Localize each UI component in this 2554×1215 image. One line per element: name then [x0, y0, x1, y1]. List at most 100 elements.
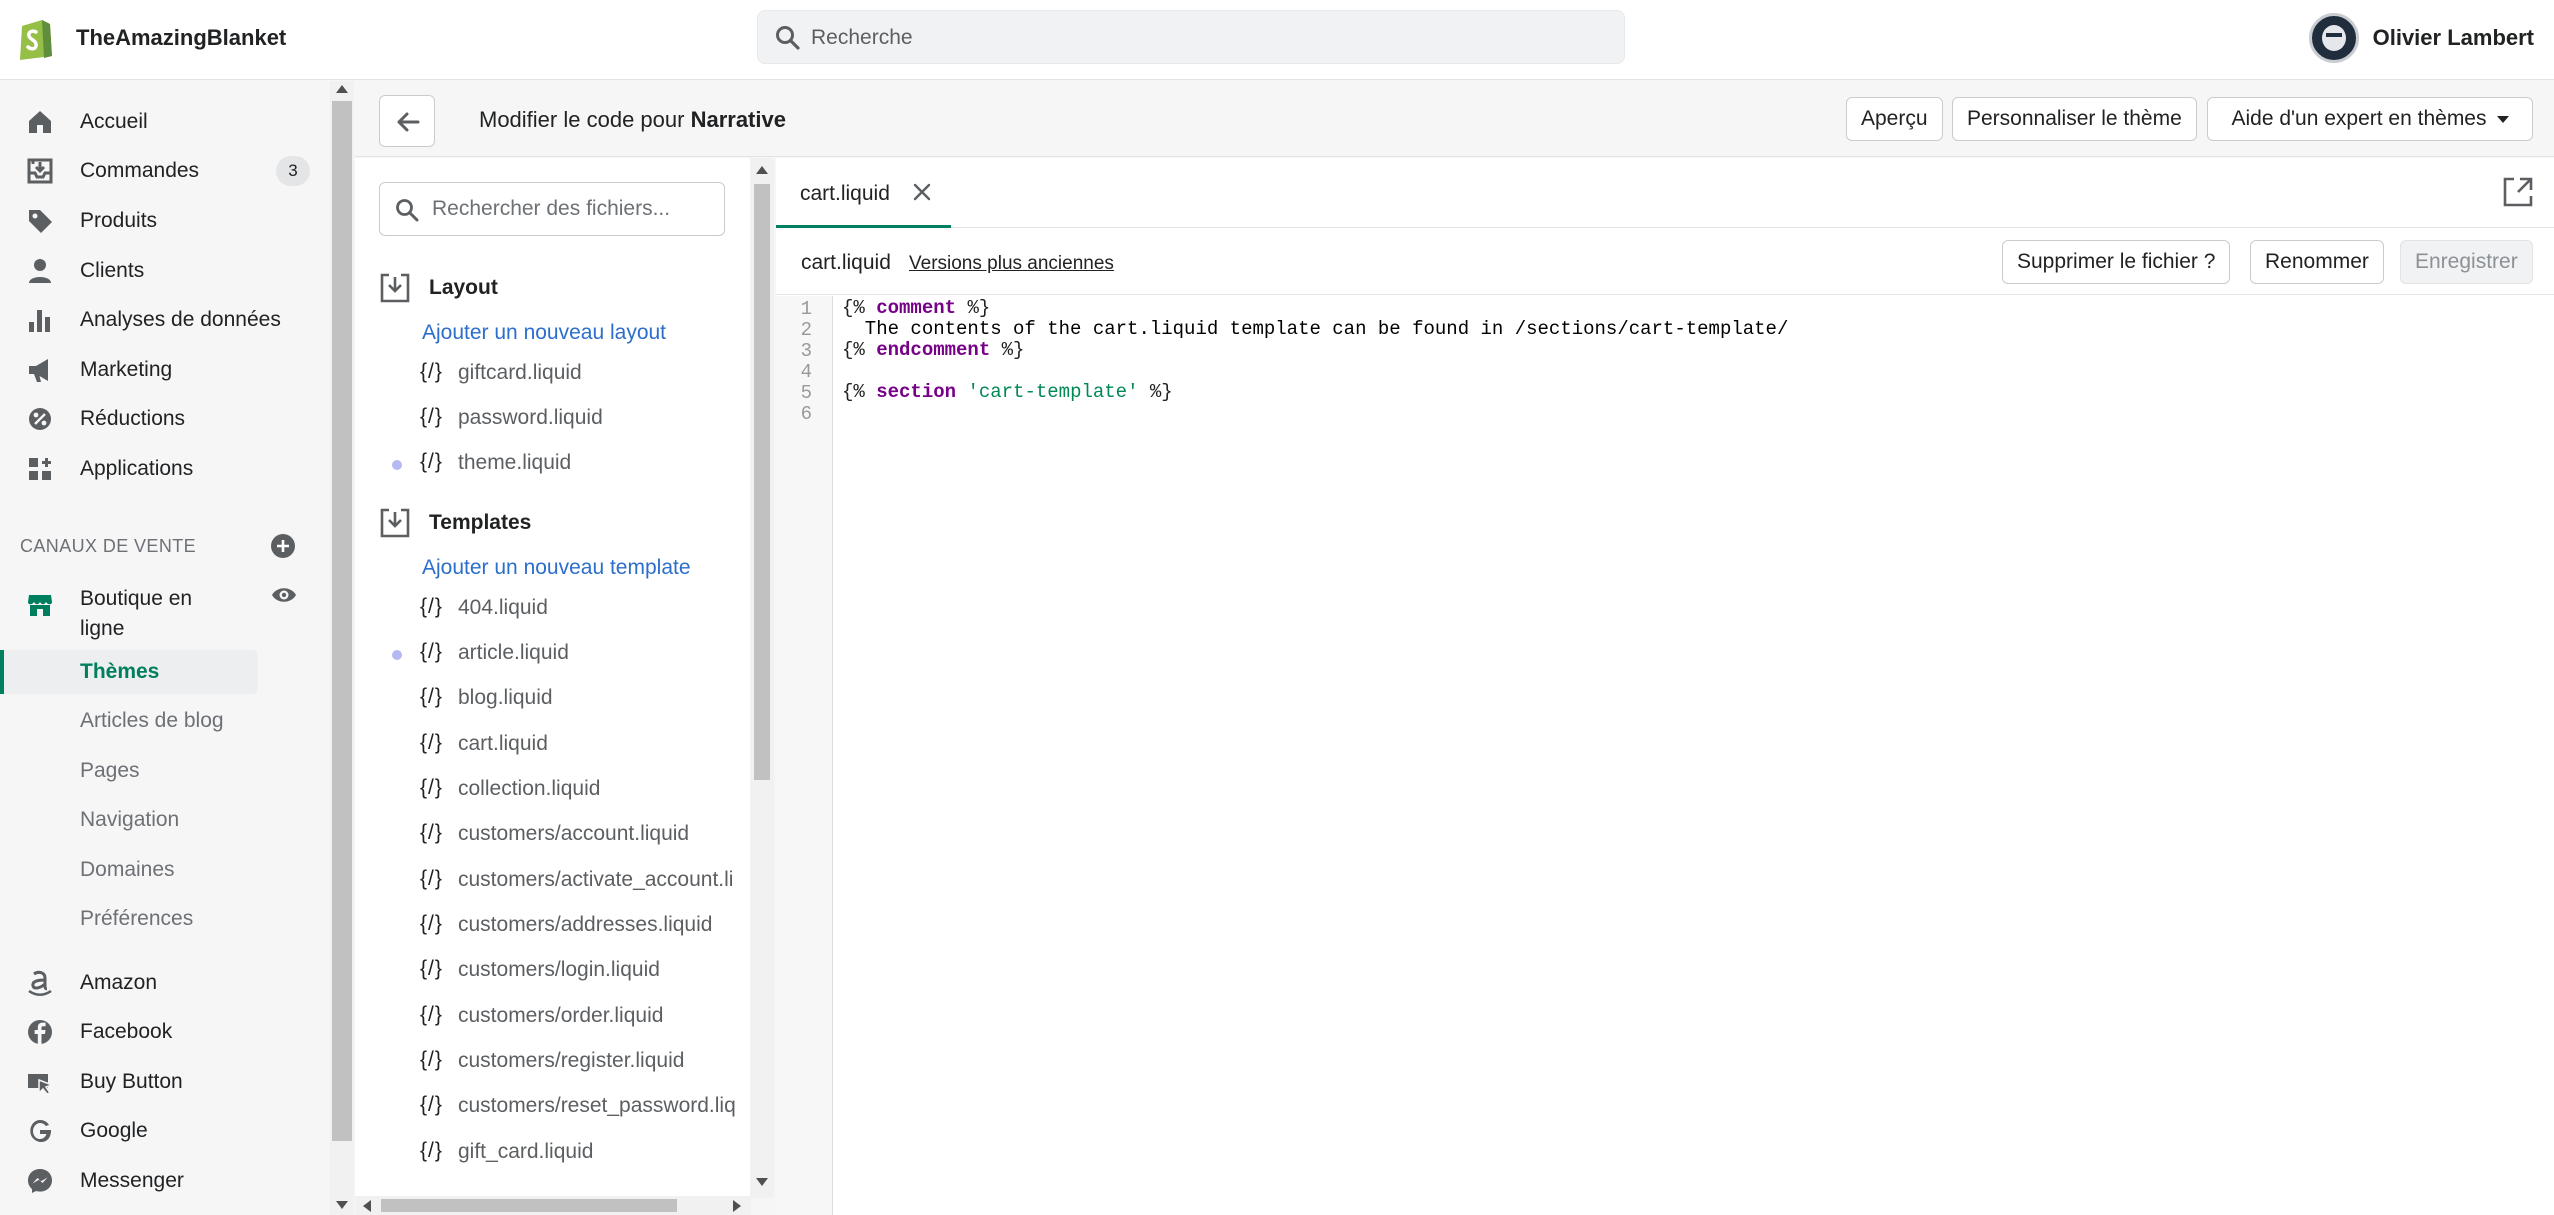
file-search-input[interactable] [432, 195, 712, 223]
delete-file-button[interactable]: Supprimer le fichier ? [2002, 240, 2231, 284]
sidebar-scrollbar[interactable] [330, 81, 354, 1215]
liquid-keyword: section [876, 381, 957, 403]
save-button[interactable]: Enregistrer [2400, 240, 2533, 284]
search-input[interactable] [811, 23, 1591, 53]
scrollbar-thumb[interactable] [381, 1199, 677, 1212]
preview-button[interactable]: Aperçu [1846, 97, 1943, 141]
page-title-prefix: Modifier le code pour [479, 107, 685, 132]
liquid-file-icon: {/} [420, 640, 443, 663]
scroll-left-arrow[interactable] [363, 1200, 371, 1212]
fullscreen-icon[interactable] [2502, 176, 2534, 208]
add-template-link[interactable]: Ajouter un nouveau template [422, 556, 691, 580]
file-name: customers/register.liquid [458, 1049, 685, 1072]
sidebar-sub-item-themes[interactable]: Thèmes [0, 650, 258, 694]
back-button[interactable] [379, 95, 435, 147]
eye-icon[interactable] [270, 581, 298, 609]
sidebar-item-label: Applications [80, 457, 194, 480]
file-item[interactable]: {/} customers/reset_password.liq [355, 1087, 750, 1127]
file-item[interactable]: {/} customers/register.liquid [355, 1042, 750, 1082]
line-number: 6 [800, 403, 812, 425]
sidebar-sub-item-navigation[interactable]: Navigation [0, 798, 258, 842]
file-item[interactable]: {/} customers/order.liquid [355, 997, 750, 1037]
file-item[interactable]: {/} gift_card.liquid [355, 1133, 750, 1173]
sidebar-item-label: Produits [80, 209, 158, 232]
tab-label: cart.liquid [800, 182, 890, 205]
file-browser-horizontal-scrollbar[interactable] [355, 1196, 751, 1215]
sidebar-item-apps[interactable]: Applications [0, 445, 330, 493]
sidebar-item-label: Amazon [80, 971, 158, 994]
editor-header: Modifier le code pour Narrative Aperçu P… [355, 81, 2554, 157]
sidebar-item-buy-button[interactable]: Buy Button [0, 1058, 330, 1106]
file-name: customers/addresses.liquid [458, 913, 713, 936]
scroll-down-arrow[interactable] [756, 1178, 768, 1186]
search-icon [396, 199, 419, 222]
file-item[interactable]: {/} giftcard.liquid [355, 354, 750, 394]
sidebar-sub-item-domains[interactable]: Domaines [0, 848, 258, 892]
scroll-up-arrow[interactable] [756, 166, 768, 174]
tab-cart-liquid[interactable]: cart.liquid [776, 158, 951, 228]
file-name: collection.liquid [458, 777, 601, 800]
file-item[interactable]: {/} theme.liquid [355, 444, 750, 484]
sidebar-item-messenger[interactable]: Messenger [0, 1157, 330, 1205]
sidebar-item-discounts[interactable]: Réductions [0, 395, 330, 443]
file-browser-scrollbar[interactable] [750, 158, 774, 1198]
theme-expert-dropdown[interactable]: Aide d'un expert en thèmes [2207, 97, 2533, 141]
file-item[interactable]: {/} blog.liquid [355, 679, 750, 719]
file-item[interactable]: {/} customers/login.liquid [355, 951, 750, 991]
sidebar-sub-item-pages[interactable]: Pages [0, 749, 258, 793]
scrollbar-thumb[interactable] [332, 101, 352, 1141]
scrollbar-thumb[interactable] [754, 184, 770, 780]
sidebar-item-home[interactable]: Accueil [0, 98, 330, 146]
file-item[interactable]: {/} customers/addresses.liquid [355, 906, 750, 946]
customize-theme-button[interactable]: Personnaliser le thème [1952, 97, 2197, 141]
sidebar-item-google[interactable]: Google [0, 1107, 330, 1155]
liquid-delimiter: {% [842, 339, 865, 361]
sidebar-item-amazon[interactable]: Amazon [0, 959, 330, 1007]
sidebar-sub-item-blog-posts[interactable]: Articles de blog [0, 699, 258, 743]
file-item[interactable]: {/} customers/account.liquid [355, 815, 750, 855]
file-item[interactable]: {/} article.liquid [355, 634, 750, 674]
file-name: gift_card.liquid [458, 1140, 594, 1163]
liquid-keyword: comment [876, 297, 957, 319]
sidebar-item-marketing[interactable]: Marketing [0, 346, 330, 394]
apps-icon [29, 458, 51, 480]
code-line: {% endcomment %} [842, 340, 1024, 361]
global-search[interactable] [757, 10, 1625, 64]
shopify-logo-icon[interactable] [16, 16, 54, 60]
file-item[interactable]: {/} customers/activate_account.li [355, 861, 750, 901]
sidebar-item-customers[interactable]: Clients [0, 247, 330, 295]
file-item[interactable]: {/} cart.liquid [355, 725, 750, 765]
theme-expert-label: Aide d'un expert en thèmes [2231, 107, 2487, 130]
older-versions-link[interactable]: Versions plus anciennes [909, 253, 1114, 275]
sidebar-item-facebook[interactable]: Facebook [0, 1008, 330, 1056]
file-browser: Layout Ajouter un nouveau layout {/} gif… [355, 158, 751, 1215]
scroll-up-arrow[interactable] [336, 85, 348, 93]
sidebar-sub-item-preferences[interactable]: Préférences [0, 897, 258, 941]
file-item[interactable]: {/} 404.liquid [355, 589, 750, 629]
store-name[interactable]: TheAmazingBlanket [76, 25, 286, 51]
rename-button[interactable]: Renommer [2250, 240, 2384, 284]
scroll-right-arrow[interactable] [733, 1200, 741, 1212]
sidebar-item-label: Google [80, 1119, 148, 1142]
current-file-name: cart.liquid [801, 251, 891, 274]
sidebar-item-orders[interactable]: Commandes 3 [0, 147, 330, 195]
page-title: Modifier le code pour Narrative [479, 107, 786, 133]
file-search[interactable] [379, 182, 725, 236]
sidebar-sub-item-label: Domaines [80, 858, 175, 881]
sidebar-item-analytics[interactable]: Analyses de données [0, 296, 330, 344]
add-layout-link[interactable]: Ajouter un nouveau layout [422, 321, 666, 345]
code-editor-panel: cart.liquid cart.liquid Versions plus an… [776, 158, 2554, 1215]
code-area[interactable]: {% comment %} The contents of the cart.l… [842, 298, 1788, 424]
close-icon[interactable] [910, 180, 934, 204]
user-menu[interactable]: Olivier Lambert [2308, 12, 2534, 64]
sidebar-item-products[interactable]: Produits [0, 197, 330, 245]
avatar[interactable] [2308, 13, 2359, 63]
sidebar-sub-item-label: Thèmes [80, 660, 160, 683]
file-item[interactable]: {/} password.liquid [355, 399, 750, 439]
file-item[interactable]: {/} collection.liquid [355, 770, 750, 810]
liquid-file-icon: {/} [420, 867, 443, 890]
sidebar-item-label: Commandes [80, 159, 200, 182]
scroll-down-arrow[interactable] [336, 1201, 348, 1209]
add-sales-channel-icon[interactable] [270, 533, 296, 559]
folder-label: Templates [429, 511, 532, 534]
